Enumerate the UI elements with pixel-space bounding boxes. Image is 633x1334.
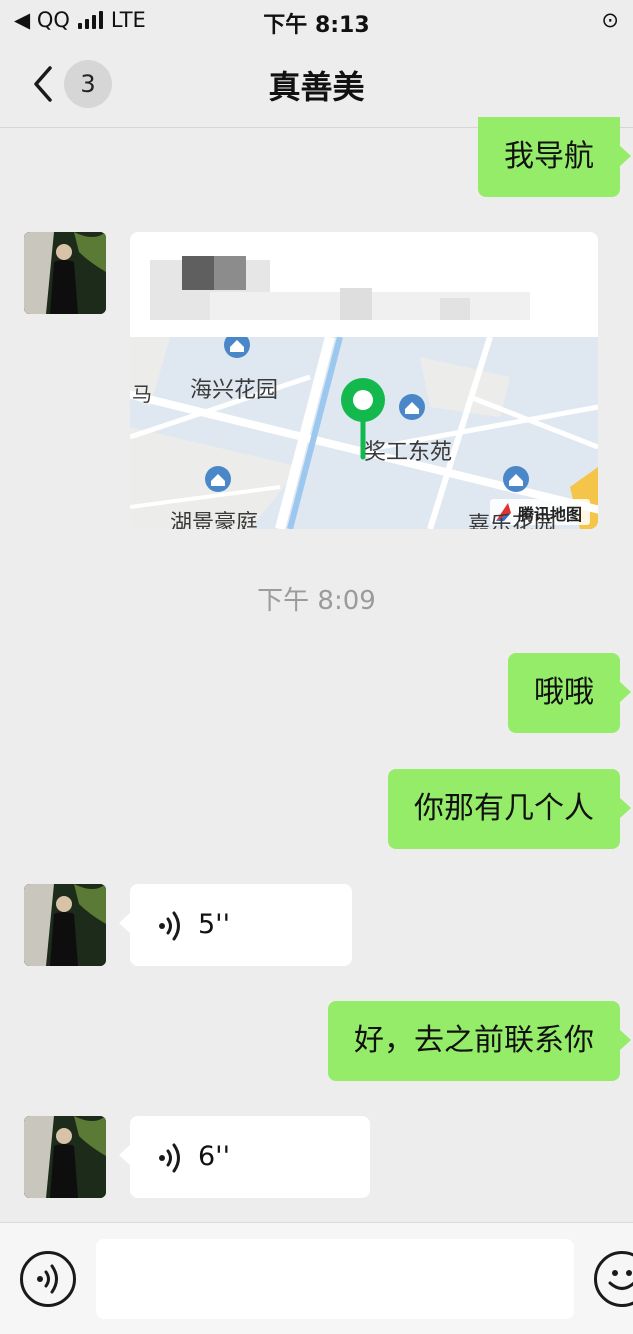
voice-input-toggle[interactable] [20,1251,76,1307]
voice-duration: 5'' [198,909,231,940]
map-label: 马 [132,382,152,406]
emoji-icon [608,1270,633,1290]
avatar-photo-icon [24,1116,106,1198]
chat-title: 真善美 [268,68,365,106]
map-label: 湖景豪庭 [170,511,259,529]
voice-wave-icon [159,911,180,941]
redaction-mark [214,256,246,290]
message-input[interactable] [96,1239,574,1319]
outgoing-message[interactable]: 好，去之前联系你 [328,1001,631,1081]
message-timestamp: 下午 8:09 [257,586,376,616]
input-bar [0,1222,633,1334]
voice-icon [37,1264,58,1294]
status-bar: ◀ QQ LTE 下午 8:13 ⊙ [0,0,633,42]
tencent-map-logo: 腾讯地图 [518,505,583,524]
redaction-mark [340,288,372,320]
outgoing-message[interactable]: 我导航 [478,117,631,197]
outgoing-message[interactable]: 哦哦 [508,653,631,733]
map-label: 奖工东苑 [364,440,453,465]
avatar-photo-icon [24,884,106,966]
chat-header: 3 真善美 [0,42,633,128]
rotation-lock-icon: ⊙ [601,8,619,32]
contact-avatar[interactable] [24,884,106,966]
emoji-button[interactable] [594,1251,633,1307]
avatar-photo-icon [24,232,106,314]
status-time: 下午 8:13 [263,13,370,38]
voice-message[interactable]: 6'' [119,1116,370,1198]
redaction-mark [440,298,470,320]
outgoing-message[interactable]: 你那有几个人 [388,769,631,849]
contact-avatar[interactable] [24,232,106,314]
map-label: 海兴花园 [190,378,279,403]
voice-duration: 6'' [198,1141,231,1172]
contact-avatar[interactable] [24,1116,106,1198]
voice-wave-icon [159,1143,180,1173]
location-card[interactable]: 海兴花园 奖工东苑 湖景豪庭 嘉乐花园 马 腾讯地图 [130,232,598,529]
voice-message[interactable]: 5'' [119,884,352,966]
